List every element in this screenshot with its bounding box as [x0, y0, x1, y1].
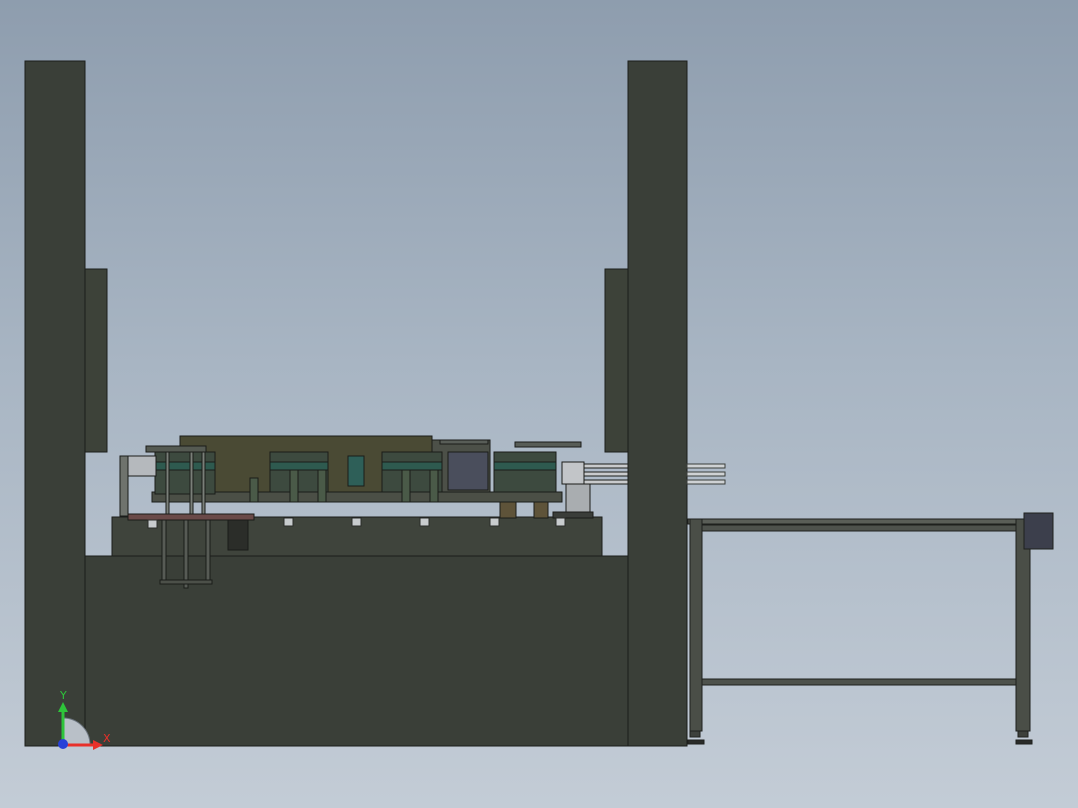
right-side-plate: [604, 268, 629, 453]
cad-graphics-viewport[interactable]: Y X: [0, 0, 1078, 808]
left-side-plate: [84, 268, 108, 453]
triad-x-label: X: [103, 732, 111, 745]
conveyor-table: [687, 512, 1054, 745]
triad-y-label: Y: [59, 689, 67, 702]
feeder-rods: [686, 463, 726, 485]
left-column: [24, 60, 86, 747]
assembly-model[interactable]: Y X: [0, 0, 1078, 808]
right-column: [627, 60, 688, 747]
